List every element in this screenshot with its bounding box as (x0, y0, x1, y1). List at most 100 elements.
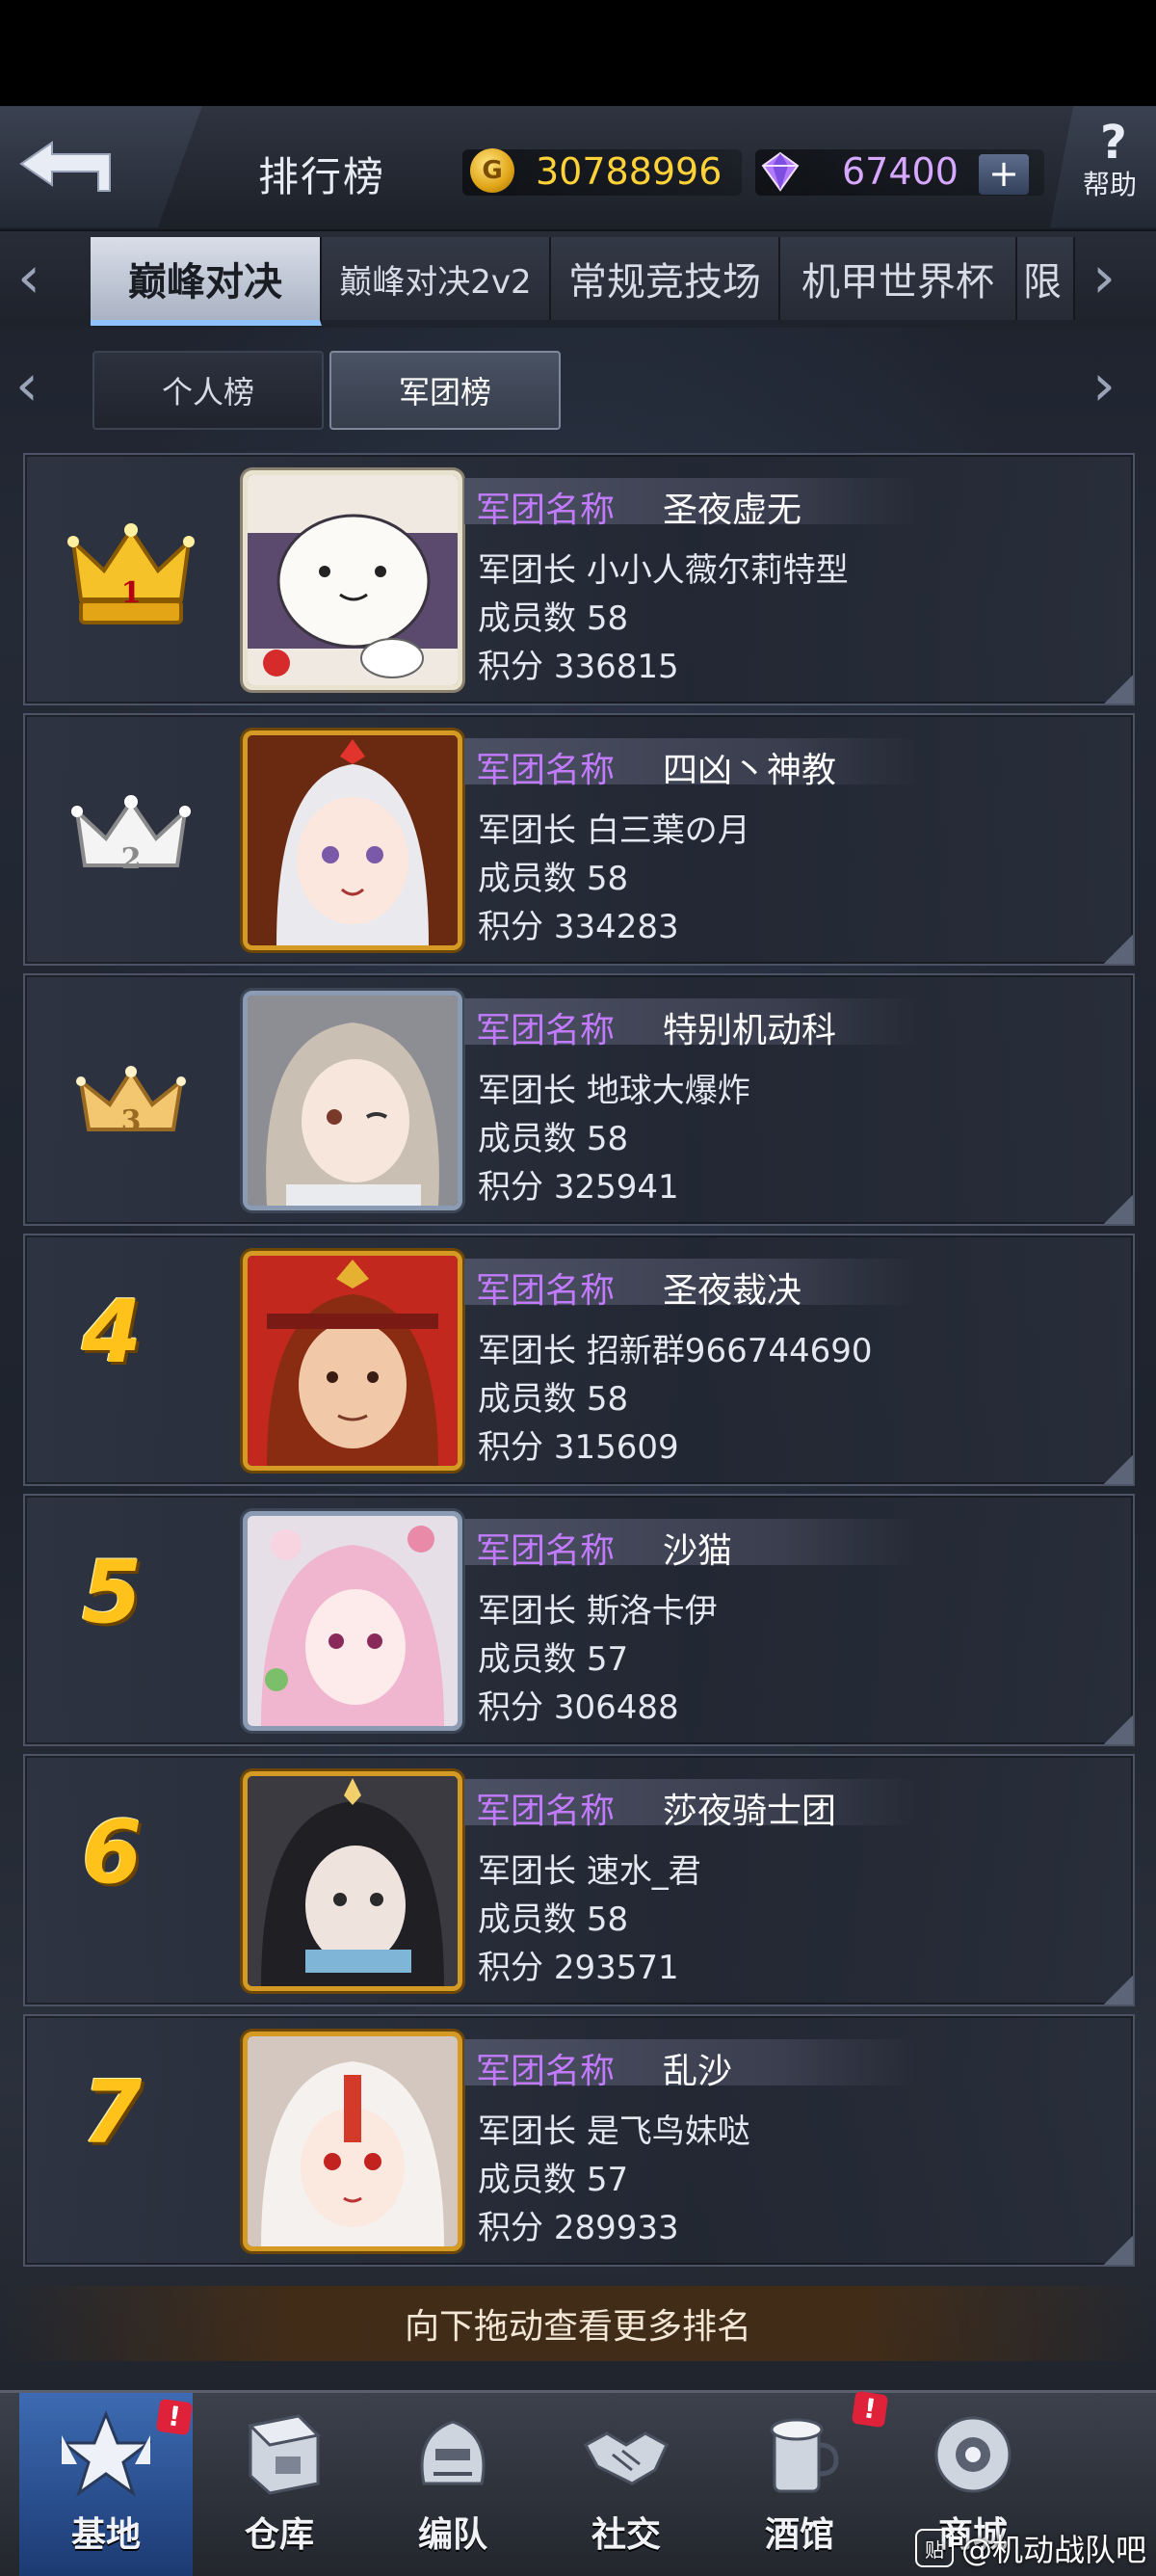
diamond-icon (761, 151, 800, 192)
member-count: 58 (586, 599, 629, 638)
score-value: 325941 (553, 1168, 679, 1207)
members-line: 成员数 58 (478, 1372, 628, 1420)
ranking-row[interactable]: 1 军团名称 圣夜虚无 军团长 小小人薇尔莉特型 成员数 58 积分 33681… (23, 453, 1135, 705)
score-label: 积分 (478, 648, 543, 686)
help-button[interactable]: ? 帮助 (1050, 106, 1156, 227)
leader-line: 军团长 是飞鸟妹哒 (478, 2105, 750, 2152)
guild-name-label: 军团名称 (476, 491, 616, 530)
game-screen: 排行榜 G 30788996 67400 + ? 帮助 ‹ 巅峰对决 巅峰对决2… (0, 106, 1156, 2576)
avatar (243, 2032, 462, 2251)
guild-name-label: 军团名称 (476, 1011, 616, 1050)
ranking-row[interactable]: 4 军团名称 圣夜裁决 军团长 招新群966744690 成员数 58 积分 3… (23, 1234, 1135, 1486)
score-line: 积分 289933 (478, 2201, 679, 2248)
leader-name: 速水_君 (586, 1852, 701, 1891)
scroll-hint: 向下拖动查看更多排名 (0, 2286, 1156, 2361)
guild-name-row: 军团名称 圣夜虚无 (464, 478, 917, 530)
rank-number: 7 (81, 2062, 143, 2164)
chevron-right-icon[interactable]: › (1092, 249, 1116, 306)
leader-label: 军团长 (478, 811, 576, 850)
members-line: 成员数 57 (478, 2153, 628, 2200)
top-bar: 排行榜 G 30788996 67400 + ? 帮助 (0, 106, 1156, 231)
tab-peak-duel[interactable]: 巅峰对决 (91, 237, 322, 326)
score-label: 积分 (478, 1688, 543, 1727)
guild-name-row: 军团名称 沙猫 (464, 1519, 917, 1571)
guild-name-row: 军团名称 四凶丶神教 (464, 738, 917, 790)
nav-label: 编队 (417, 2515, 487, 2555)
chevron-right-icon[interactable]: › (1092, 357, 1116, 414)
tab-peak-duel-2v2[interactable]: 巅峰对决2v2 (322, 237, 551, 320)
tieba-logo-icon: 贴 (915, 2529, 954, 2567)
ranking-row[interactable]: 2 军团名称 四凶丶神教 军团长 白三葉の月 成员数 58 积分 334283 (23, 713, 1135, 966)
nav-warehouse[interactable]: 仓库 (193, 2393, 366, 2576)
tab-personal-rank[interactable]: 个人榜 (92, 351, 324, 430)
members-line: 成员数 58 (478, 592, 628, 639)
leader-line: 军团长 速水_君 (478, 1845, 701, 1892)
nav-formation[interactable]: 编队 (366, 2393, 539, 2576)
page-title: 排行榜 (258, 153, 386, 200)
score-value: 334283 (553, 908, 679, 946)
members-label: 成员数 (478, 1380, 576, 1419)
leader-name: 白三葉の月 (586, 811, 750, 850)
guild-name: 圣夜裁决 (663, 1271, 802, 1311)
rank-number: 4 (81, 1282, 143, 1383)
member-count: 58 (586, 860, 629, 898)
coin-icon: G (470, 148, 514, 193)
nav-label: 仓库 (244, 2515, 314, 2555)
tab-legion-rank[interactable]: 军团榜 (329, 351, 561, 430)
gem-amount: 67400 (842, 150, 959, 193)
guild-name-label: 军团名称 (476, 751, 616, 790)
members-label: 成员数 (478, 1900, 576, 1939)
ranking-row[interactable]: 6 军团名称 莎夜骑士团 军团长 速水_君 成员数 58 积分 293571 (23, 1754, 1135, 2006)
nav-base[interactable]: 基地 ! (19, 2393, 194, 2576)
members-line: 成员数 58 (478, 1112, 628, 1159)
score-label: 积分 (478, 908, 543, 946)
leader-line: 军团长 地球大爆炸 (478, 1064, 750, 1111)
back-button[interactable] (0, 106, 202, 227)
score-label: 积分 (478, 2209, 543, 2247)
social-icon (583, 2431, 669, 2485)
score-value: 315609 (553, 1428, 679, 1467)
score-label: 积分 (478, 1949, 543, 1987)
plus-icon: + (988, 152, 1019, 195)
ranking-row[interactable]: 3 军团名称 特别机动科 军团长 地球大爆炸 成员数 58 积分 325941 (23, 973, 1135, 1226)
guild-name: 沙猫 (663, 1531, 733, 1571)
gold-crown-icon: 1 (64, 513, 198, 638)
tab-mecha-world-cup[interactable]: 机甲世界杯 (780, 237, 1017, 320)
guild-name-row: 军团名称 特别机动科 (464, 998, 917, 1050)
chevron-left-icon[interactable]: ‹ (15, 357, 39, 414)
tab-regular-arena[interactable]: 常规竞技场 (551, 237, 780, 320)
guild-name: 四凶丶神教 (663, 751, 837, 790)
guild-name-row: 军团名称 莎夜骑士团 (464, 1779, 917, 1831)
nav-label: 社交 (591, 2515, 661, 2555)
bronze-crown-icon: 3 (64, 1033, 198, 1158)
chevron-left-icon[interactable]: ‹ (17, 249, 40, 306)
leader-line: 军团长 斯洛卡伊 (478, 1584, 718, 1632)
score-line: 积分 293571 (478, 1941, 679, 1988)
base-icon (59, 2409, 153, 2497)
score-label: 积分 (478, 1168, 543, 1207)
score-value: 336815 (553, 648, 679, 686)
score-line: 积分 306488 (478, 1681, 679, 1728)
member-count: 58 (586, 1380, 629, 1419)
avatar (243, 1251, 462, 1471)
nav-tavern[interactable]: 酒馆 ! (713, 2390, 889, 2576)
member-count: 57 (586, 1640, 629, 1679)
leader-label: 军团长 (478, 1332, 576, 1370)
guild-name: 莎夜骑士团 (663, 1792, 837, 1831)
nav-social[interactable]: 社交 (539, 2393, 713, 2576)
tab-limited[interactable]: 限 (1017, 237, 1075, 320)
watermark-text: @机动战队吧 (961, 2532, 1147, 2568)
members-label: 成员数 (478, 2161, 576, 2199)
ranking-row[interactable]: 5 军团名称 沙猫 军团长 斯洛卡伊 成员数 57 积分 306488 (23, 1494, 1135, 1746)
buy-gems-button[interactable]: + (979, 154, 1029, 195)
leader-name: 斯洛卡伊 (586, 1592, 718, 1631)
guild-name-row: 军团名称 乱沙 (464, 2039, 917, 2091)
ranking-row[interactable]: 7 军团名称 乱沙 军团长 是飞鸟妹哒 成员数 57 积分 289933 (23, 2014, 1135, 2267)
leader-line: 军团长 招新群966744690 (478, 1324, 873, 1371)
rank-number: 2 (120, 842, 142, 876)
rank-number: 1 (120, 576, 142, 610)
alert-badge: ! (851, 2390, 889, 2429)
leader-name: 是飞鸟妹哒 (586, 2112, 750, 2151)
watermark: 贴 @机动战队吧 (915, 2527, 1146, 2569)
leader-label: 军团长 (478, 1852, 576, 1891)
